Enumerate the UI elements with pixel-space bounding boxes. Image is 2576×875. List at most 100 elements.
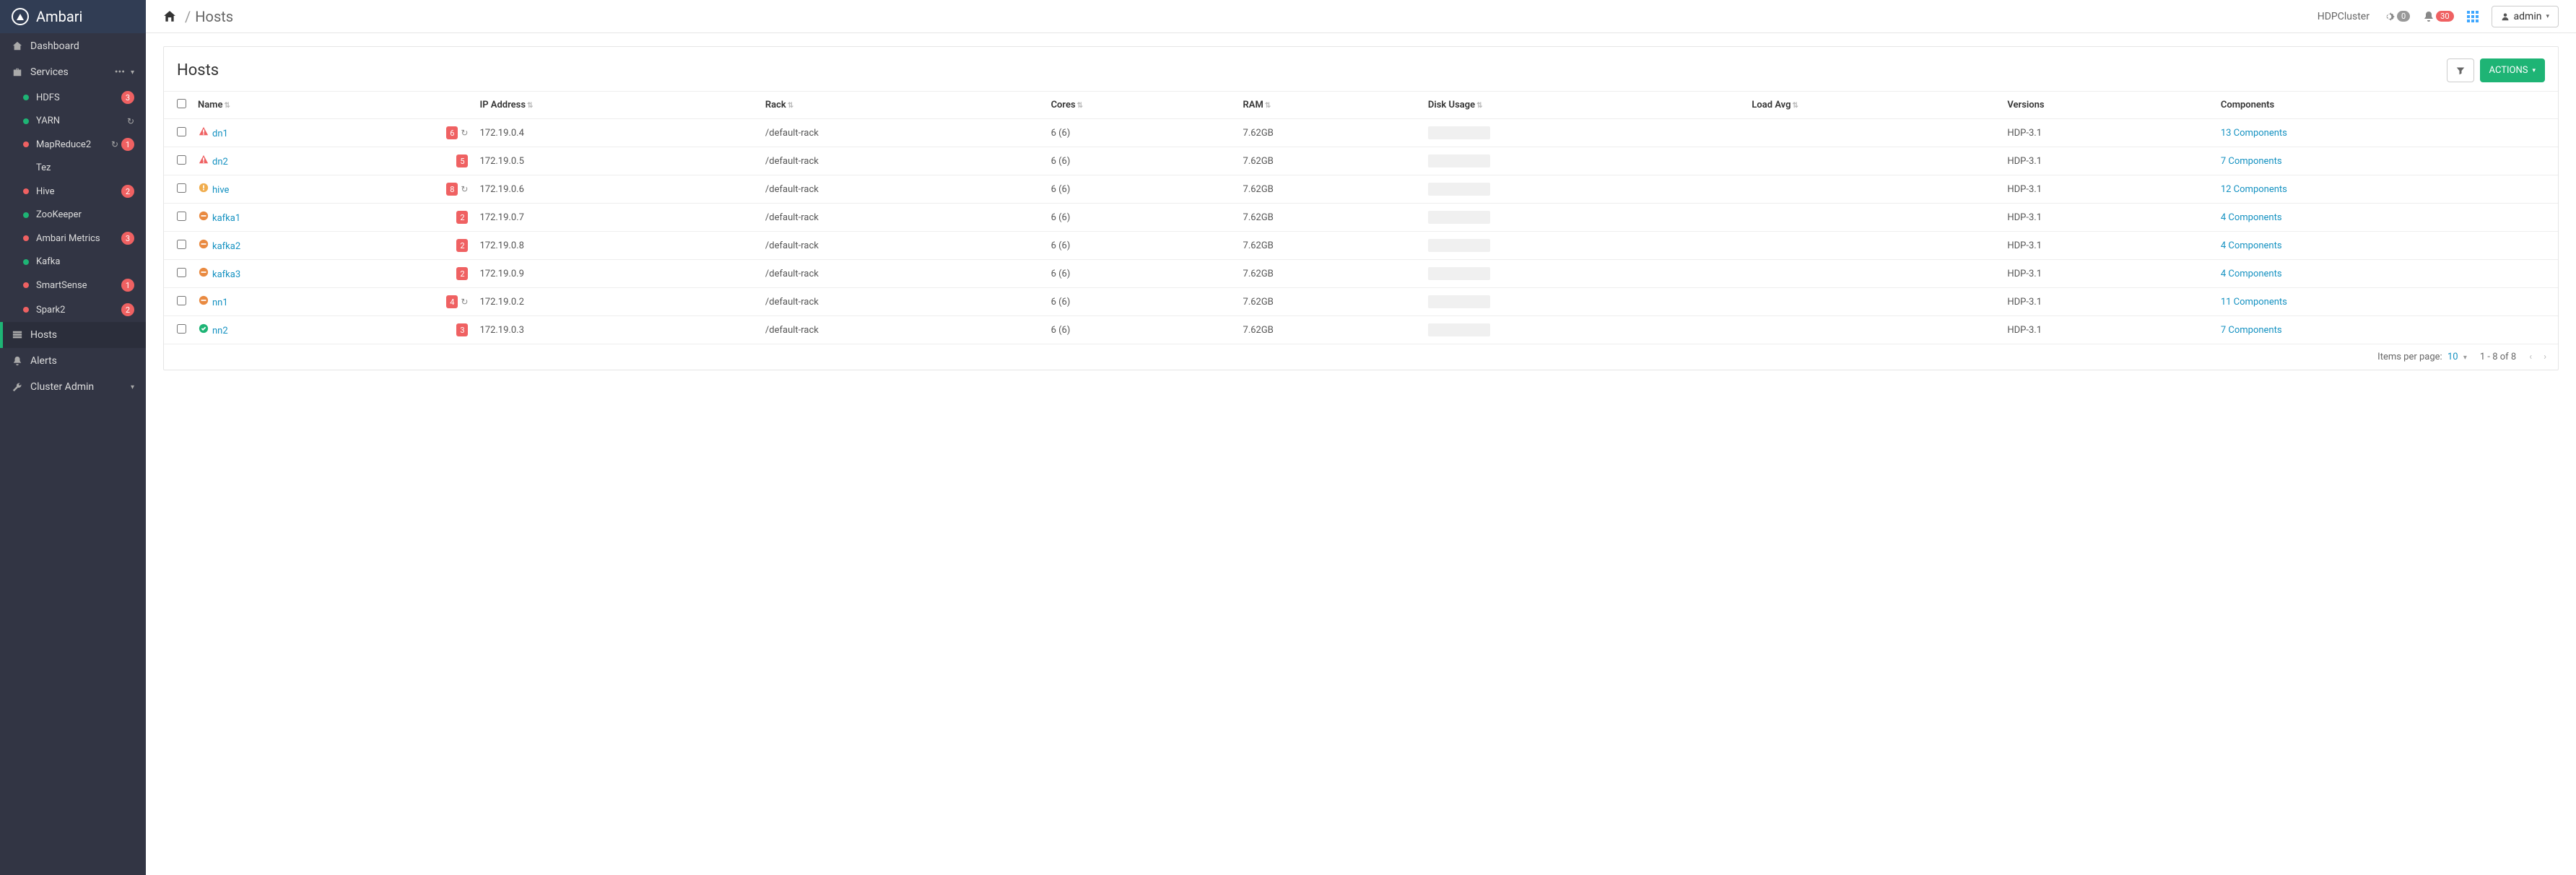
home-icon[interactable] — [163, 10, 176, 23]
row-checkbox[interactable] — [177, 296, 186, 305]
nav-hosts[interactable]: Hosts — [0, 322, 146, 348]
ellipsis-icon[interactable]: ••• — [115, 66, 125, 78]
host-link[interactable]: dn1 — [212, 129, 228, 139]
service-label: MapReduce2 — [36, 139, 108, 150]
host-link[interactable]: dn2 — [212, 157, 228, 167]
host-alert-badge[interactable]: 6 — [446, 126, 458, 139]
components-link[interactable]: 12 Components — [2221, 184, 2287, 195]
host-alert-badge[interactable]: 2 — [456, 239, 468, 252]
components-link[interactable]: 4 Components — [2221, 212, 2282, 223]
warning-icon — [198, 183, 209, 193]
refresh-icon[interactable]: ↻ — [461, 297, 468, 307]
components-link[interactable]: 13 Components — [2221, 128, 2287, 139]
page-prev[interactable]: ‹ — [2529, 352, 2531, 362]
brand[interactable]: Ambari — [0, 0, 146, 33]
host-link[interactable]: nn1 — [212, 297, 228, 308]
host-link[interactable]: kafka3 — [212, 269, 240, 280]
table-row: dn2 5 172.19.0.5 /default-rack 6 (6) 7.6… — [164, 147, 2558, 175]
refresh-icon[interactable]: ↻ — [111, 139, 118, 149]
sidebar-service-item[interactable]: Hive2 — [0, 179, 146, 204]
healthy-icon — [198, 323, 209, 334]
col-ip[interactable]: IP Address⇅ — [474, 92, 759, 119]
row-checkbox[interactable] — [177, 127, 186, 136]
sidebar-service-item[interactable]: Tez — [0, 157, 146, 179]
row-checkbox[interactable] — [177, 324, 186, 334]
critical-icon — [198, 154, 209, 165]
service-label: Spark2 — [36, 305, 118, 315]
row-checkbox[interactable] — [177, 183, 186, 193]
select-all-checkbox[interactable] — [177, 99, 186, 108]
components-link[interactable]: 7 Components — [2221, 156, 2282, 167]
actions-label: ACTIONS — [2489, 65, 2528, 76]
row-checkbox[interactable] — [177, 212, 186, 221]
service-label: YARN — [36, 116, 124, 126]
ops-gear[interactable]: 0 — [2383, 10, 2410, 23]
alerts-bell[interactable]: 30 — [2423, 11, 2453, 22]
components-link[interactable]: 4 Components — [2221, 240, 2282, 251]
host-alert-badge[interactable]: 2 — [456, 267, 468, 280]
col-load[interactable]: Load Avg⇅ — [1746, 92, 2001, 119]
host-load — [1746, 204, 2001, 232]
cluster-name[interactable]: HDPCluster — [2318, 11, 2370, 22]
breadcrumb: / Hosts — [163, 8, 233, 25]
host-alert-badge[interactable]: 3 — [456, 323, 468, 336]
sidebar-service-item[interactable]: Spark22 — [0, 297, 146, 322]
refresh-icon[interactable]: ↻ — [461, 184, 468, 194]
col-rack[interactable]: Rack⇅ — [760, 92, 1045, 119]
row-checkbox[interactable] — [177, 155, 186, 165]
nav-services[interactable]: Services ••• ▾ — [0, 59, 146, 85]
page-next[interactable]: › — [2544, 352, 2545, 362]
service-alert-badge: 2 — [121, 185, 134, 198]
col-ram[interactable]: RAM⇅ — [1237, 92, 1422, 119]
sidebar-service-item[interactable]: MapReduce2↻1 — [0, 132, 146, 157]
col-cores[interactable]: Cores⇅ — [1045, 92, 1237, 119]
host-link[interactable]: kafka2 — [212, 241, 240, 252]
refresh-icon[interactable]: ↻ — [127, 116, 134, 126]
nav-cluster-admin[interactable]: Cluster Admin ▾ — [0, 374, 146, 400]
maintenance-icon — [198, 211, 209, 221]
chevron-down-icon[interactable]: ▾ — [131, 69, 134, 77]
pagination-range: 1 - 8 of 8 — [2480, 352, 2516, 362]
refresh-icon[interactable]: ↻ — [461, 128, 468, 138]
chevron-down-icon[interactable]: ▾ — [2463, 354, 2467, 362]
topbar: / Hosts HDPCluster 0 30 — [146, 0, 2576, 33]
host-link[interactable]: hive — [212, 185, 229, 196]
apps-menu[interactable] — [2467, 11, 2479, 22]
nav-dashboard-label: Dashboard — [30, 40, 134, 52]
nav-dashboard[interactable]: Dashboard — [0, 33, 146, 59]
host-ip: 172.19.0.8 — [474, 232, 759, 260]
admin-menu[interactable]: admin ▾ — [2492, 6, 2559, 27]
host-alert-badge[interactable]: 8 — [446, 183, 458, 196]
status-dot-icon — [23, 118, 29, 124]
components-link[interactable]: 7 Components — [2221, 325, 2282, 336]
host-link[interactable]: kafka1 — [212, 213, 240, 224]
sidebar-service-item[interactable]: ZooKeeper — [0, 204, 146, 226]
components-link[interactable]: 11 Components — [2221, 297, 2287, 308]
sidebar-service-item[interactable]: YARN↻ — [0, 110, 146, 132]
filter-button[interactable] — [2447, 58, 2474, 82]
host-link[interactable]: nn2 — [212, 326, 228, 336]
sidebar-service-item[interactable]: Ambari Metrics3 — [0, 226, 146, 251]
per-page-select[interactable]: 10 — [2447, 352, 2460, 362]
disk-usage-bar — [1428, 126, 1490, 139]
host-load — [1746, 260, 2001, 288]
nav-cluster-admin-label: Cluster Admin — [30, 381, 131, 393]
apps-grid-icon — [2467, 11, 2479, 22]
sidebar-service-item[interactable]: HDFS3 — [0, 85, 146, 110]
sort-icon: ⇅ — [224, 102, 230, 110]
actions-button[interactable]: ACTIONS ▾ — [2480, 58, 2545, 82]
host-alert-badge[interactable]: 4 — [446, 295, 458, 308]
row-checkbox[interactable] — [177, 268, 186, 277]
components-link[interactable]: 4 Components — [2221, 269, 2282, 279]
row-checkbox[interactable] — [177, 240, 186, 249]
alerts-count-badge: 30 — [2436, 11, 2453, 22]
sort-icon: ⇅ — [1265, 102, 1271, 110]
host-alert-badge[interactable]: 5 — [456, 154, 468, 167]
sidebar-service-item[interactable]: Kafka — [0, 251, 146, 273]
col-name[interactable]: Name⇅ — [192, 92, 430, 119]
nav-alerts[interactable]: Alerts — [0, 348, 146, 374]
sidebar-service-item[interactable]: SmartSense1 — [0, 273, 146, 297]
host-alert-badge[interactable]: 2 — [456, 211, 468, 224]
chevron-down-icon[interactable]: ▾ — [131, 383, 134, 391]
col-disk[interactable]: Disk Usage⇅ — [1422, 92, 1746, 119]
